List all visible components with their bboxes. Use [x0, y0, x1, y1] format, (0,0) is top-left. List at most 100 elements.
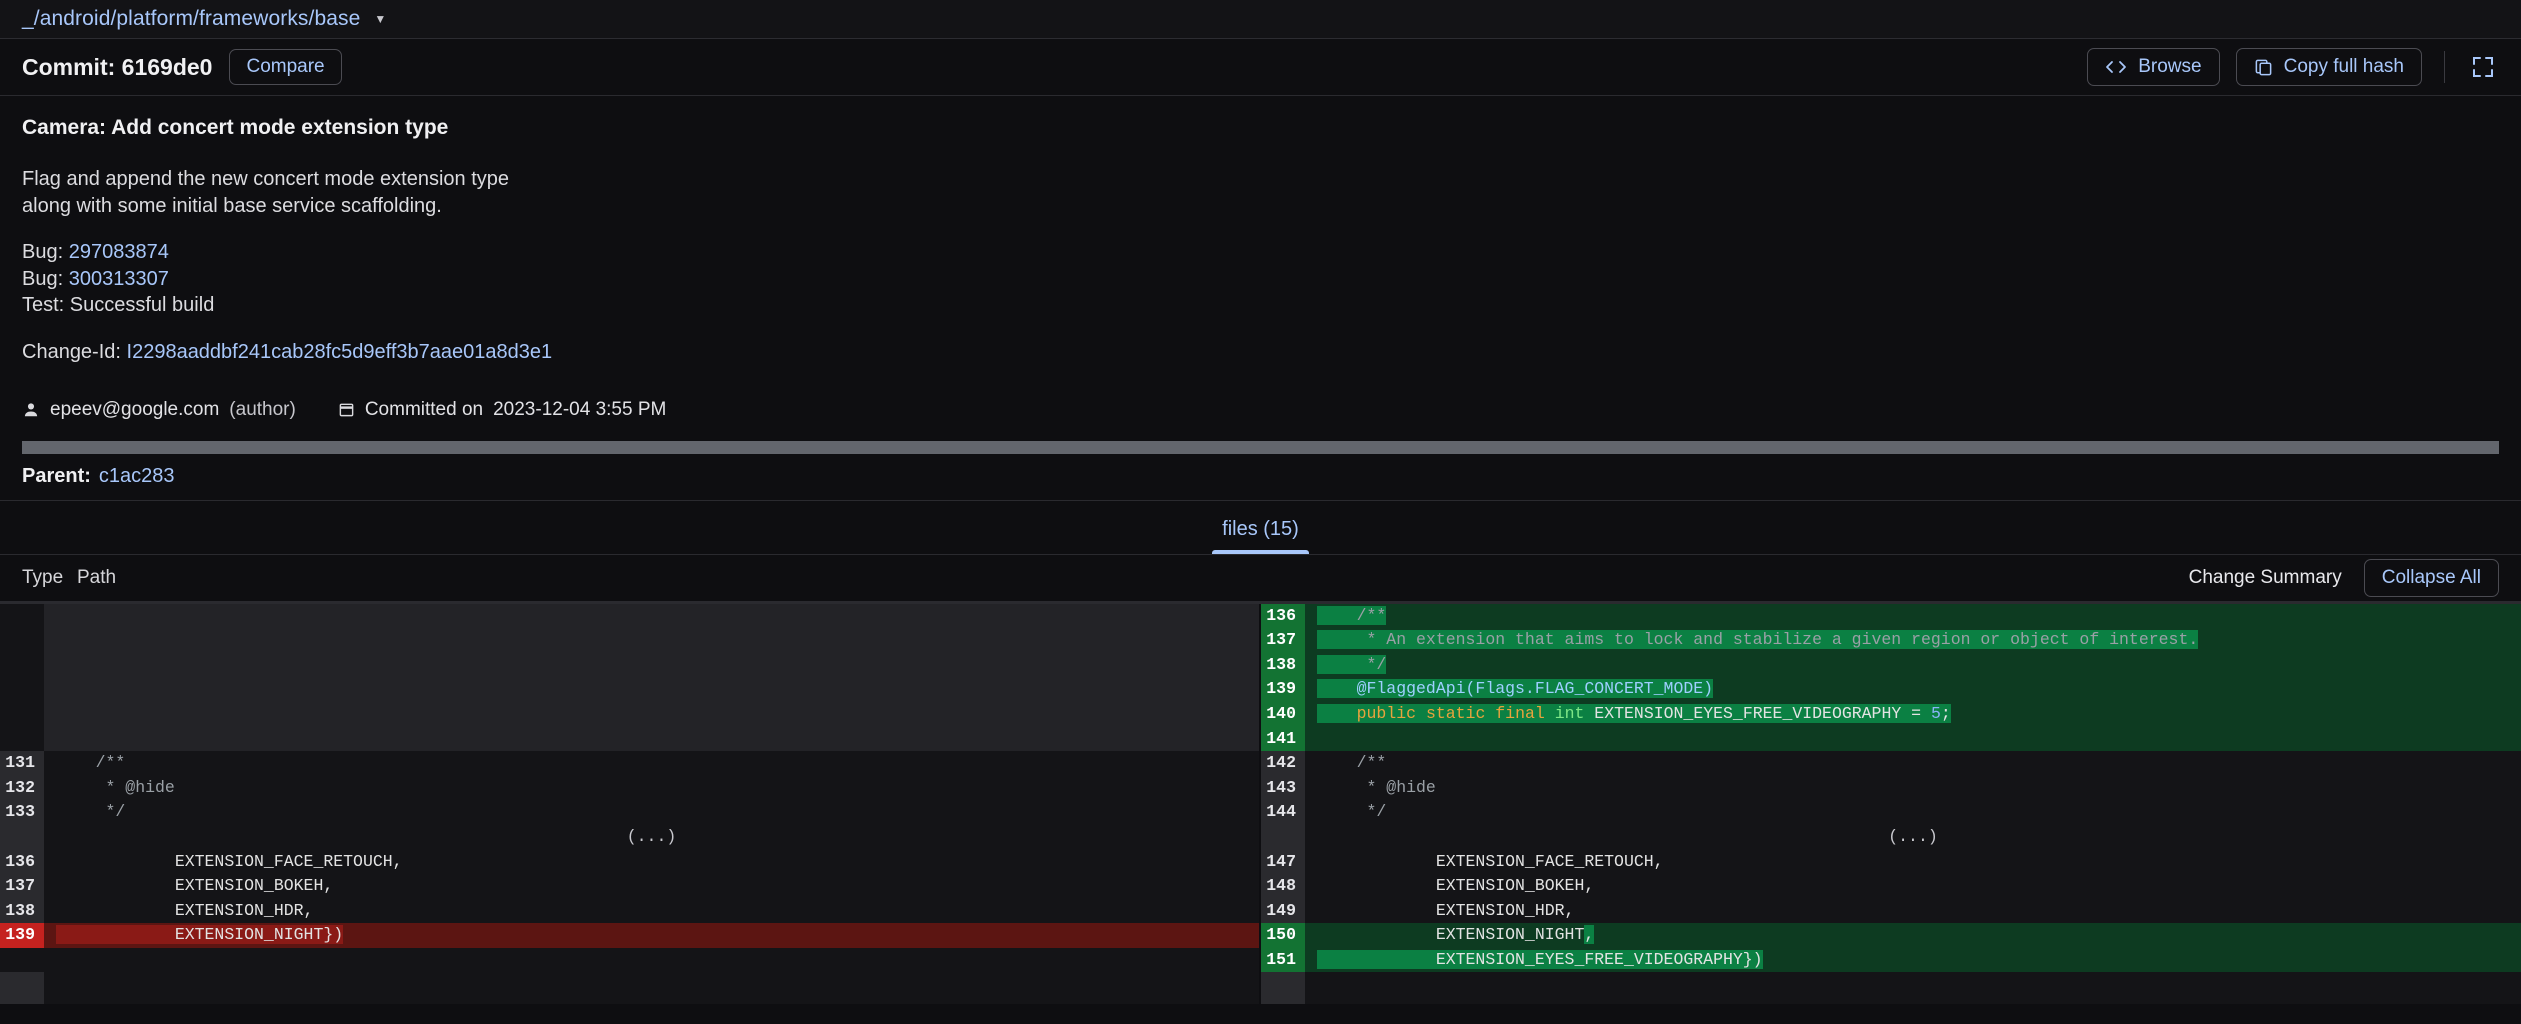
- diff-pane-old: 131132133136137138139 /** * @hide */(...…: [0, 604, 1259, 1004]
- committed-date: 2023-12-04 3:55 PM: [493, 399, 666, 421]
- line-number: 149: [1261, 899, 1305, 924]
- fullscreen-icon[interactable]: [2467, 51, 2499, 83]
- diff-line: */: [1305, 800, 2521, 825]
- line-number: 150: [1261, 923, 1305, 948]
- tab-files[interactable]: files (15): [1202, 518, 1319, 554]
- diff-line: */: [1305, 653, 2521, 678]
- diff-line: @FlaggedApi(Flags.FLAG_CONCERT_MODE): [1305, 677, 2521, 702]
- diff-line: [1305, 727, 2521, 752]
- column-header-type: Type: [22, 567, 77, 589]
- change-summary-button[interactable]: Change Summary: [2189, 567, 2342, 589]
- parent-hash-link[interactable]: c1ac283: [99, 465, 175, 488]
- column-header-path: Path: [77, 567, 116, 589]
- compare-button[interactable]: Compare: [229, 49, 341, 85]
- line-number: [0, 702, 44, 727]
- bug-label-2: Bug:: [22, 268, 69, 290]
- diff-line: EXTENSION_EYES_FREE_VIDEOGRAPHY}): [1305, 948, 2521, 973]
- diff-line: /**: [44, 751, 1259, 776]
- committed-label: Committed on: [365, 399, 483, 421]
- commit-meta-row: epeev@google.com (author) Committed on 2…: [22, 399, 2499, 421]
- commit-subject: Camera: Add concert mode extension type: [22, 116, 2499, 140]
- commit-message-panel: Camera: Add concert mode extension type …: [0, 96, 2521, 454]
- line-number: 133: [0, 800, 44, 825]
- repo-path-link[interactable]: _/android/platform/frameworks/base: [22, 7, 360, 31]
- line-number: [0, 628, 44, 653]
- bug-link-2[interactable]: 300313307: [69, 268, 169, 290]
- author-role: (author): [229, 399, 296, 421]
- collapse-all-label: Collapse All: [2382, 567, 2481, 589]
- diff-line: EXTENSION_HDR,: [44, 899, 1259, 924]
- bug-link-1[interactable]: 297083874: [69, 241, 169, 263]
- line-number: [0, 604, 44, 629]
- collapsed-lines-indicator: (...): [44, 825, 1259, 850]
- chevron-down-icon[interactable]: ▼: [374, 13, 386, 25]
- line-number: 137: [0, 874, 44, 899]
- bug-line-1: Bug: 297083874: [22, 239, 2499, 266]
- commit-hash-title: Commit: 6169de0: [22, 54, 212, 81]
- commit-header-actions: Browse Copy full hash: [2087, 48, 2499, 86]
- diff-line: EXTENSION_HDR,: [1305, 899, 2521, 924]
- browse-button-label: Browse: [2138, 56, 2201, 78]
- diff-gutter-old: 131132133136137138139: [0, 604, 44, 1004]
- bug-line-2: Bug: 300313307: [22, 266, 2499, 293]
- diff-line: */: [44, 800, 1259, 825]
- diff-line: [44, 702, 1259, 727]
- author-email: epeev@google.com: [50, 399, 219, 421]
- diff-line: EXTENSION_FACE_RETOUCH,: [1305, 850, 2521, 875]
- line-number: 138: [1261, 653, 1305, 678]
- commit-body-line-2: along with some initial base service sca…: [22, 193, 2499, 220]
- copy-icon: [2254, 58, 2273, 77]
- repo-bar: _/android/platform/frameworks/base ▼: [0, 0, 2521, 39]
- diff-gutter-new: 1361371381391401411421431441471481491501…: [1261, 604, 1305, 1004]
- diff-viewer: 131132133136137138139 /** * @hide */(...…: [0, 604, 2521, 1004]
- spacer: [22, 219, 2499, 239]
- copy-full-hash-label: Copy full hash: [2284, 56, 2404, 78]
- horizontal-scrollbar[interactable]: [22, 441, 2499, 454]
- line-number: 138: [0, 899, 44, 924]
- parent-label: Parent:: [22, 465, 91, 488]
- diff-line: public static final int EXTENSION_EYES_F…: [1305, 702, 2521, 727]
- files-table-header: Type Path Change Summary Collapse All: [0, 555, 2521, 602]
- diff-code-old[interactable]: /** * @hide */(...) EXTENSION_FACE_RETOU…: [44, 604, 1259, 1004]
- collapse-all-button[interactable]: Collapse All: [2364, 559, 2499, 597]
- line-number: 142: [1261, 751, 1305, 776]
- line-number: 137: [1261, 628, 1305, 653]
- diff-line: [44, 948, 1259, 973]
- diff-line: * An extension that aims to lock and sta…: [1305, 628, 2521, 653]
- line-number: 143: [1261, 776, 1305, 801]
- browse-button[interactable]: Browse: [2087, 48, 2219, 86]
- change-id-link[interactable]: I2298aaddbf241cab28fc5d9eff3b7aae01a8d3e…: [127, 341, 553, 363]
- diff-line: /**: [1305, 751, 2521, 776]
- line-number: 148: [1261, 874, 1305, 899]
- commit-header-bar: Commit: 6169de0 Compare Browse Copy full…: [0, 39, 2521, 96]
- code-brackets-icon: [2105, 59, 2127, 75]
- line-number: 139: [0, 923, 44, 948]
- spacer: [22, 319, 2499, 339]
- line-number: 136: [1261, 604, 1305, 629]
- diff-line: [44, 727, 1259, 752]
- person-icon: [22, 401, 40, 419]
- diff-line: [44, 653, 1259, 678]
- test-line: Test: Successful build: [22, 292, 2499, 319]
- line-number: [0, 727, 44, 752]
- diff-line: * @hide: [44, 776, 1259, 801]
- line-number: 136: [0, 850, 44, 875]
- diff-line: [44, 628, 1259, 653]
- compare-button-label: Compare: [246, 56, 324, 78]
- change-id-line: Change-Id: I2298aaddbf241cab28fc5d9eff3b…: [22, 339, 2499, 366]
- diff-code-new[interactable]: /** * An extension that aims to lock and…: [1305, 604, 2521, 1004]
- parent-row: Parent: c1ac283: [0, 454, 2521, 501]
- commit-body-line-1: Flag and append the new concert mode ext…: [22, 166, 2499, 193]
- diff-pane-new: 1361371381391401411421431441471481491501…: [1259, 604, 2521, 1004]
- diff-line: EXTENSION_BOKEH,: [44, 874, 1259, 899]
- line-number: [0, 653, 44, 678]
- diff-line: EXTENSION_BOKEH,: [1305, 874, 2521, 899]
- change-id-label: Change-Id:: [22, 341, 127, 363]
- line-number: 131: [0, 751, 44, 776]
- line-number: 139: [1261, 677, 1305, 702]
- tab-files-label: files (15): [1222, 518, 1299, 540]
- copy-full-hash-button[interactable]: Copy full hash: [2236, 48, 2422, 86]
- diff-line: /**: [1305, 604, 2521, 629]
- line-number: 141: [1261, 727, 1305, 752]
- diff-line: EXTENSION_NIGHT,: [1305, 923, 2521, 948]
